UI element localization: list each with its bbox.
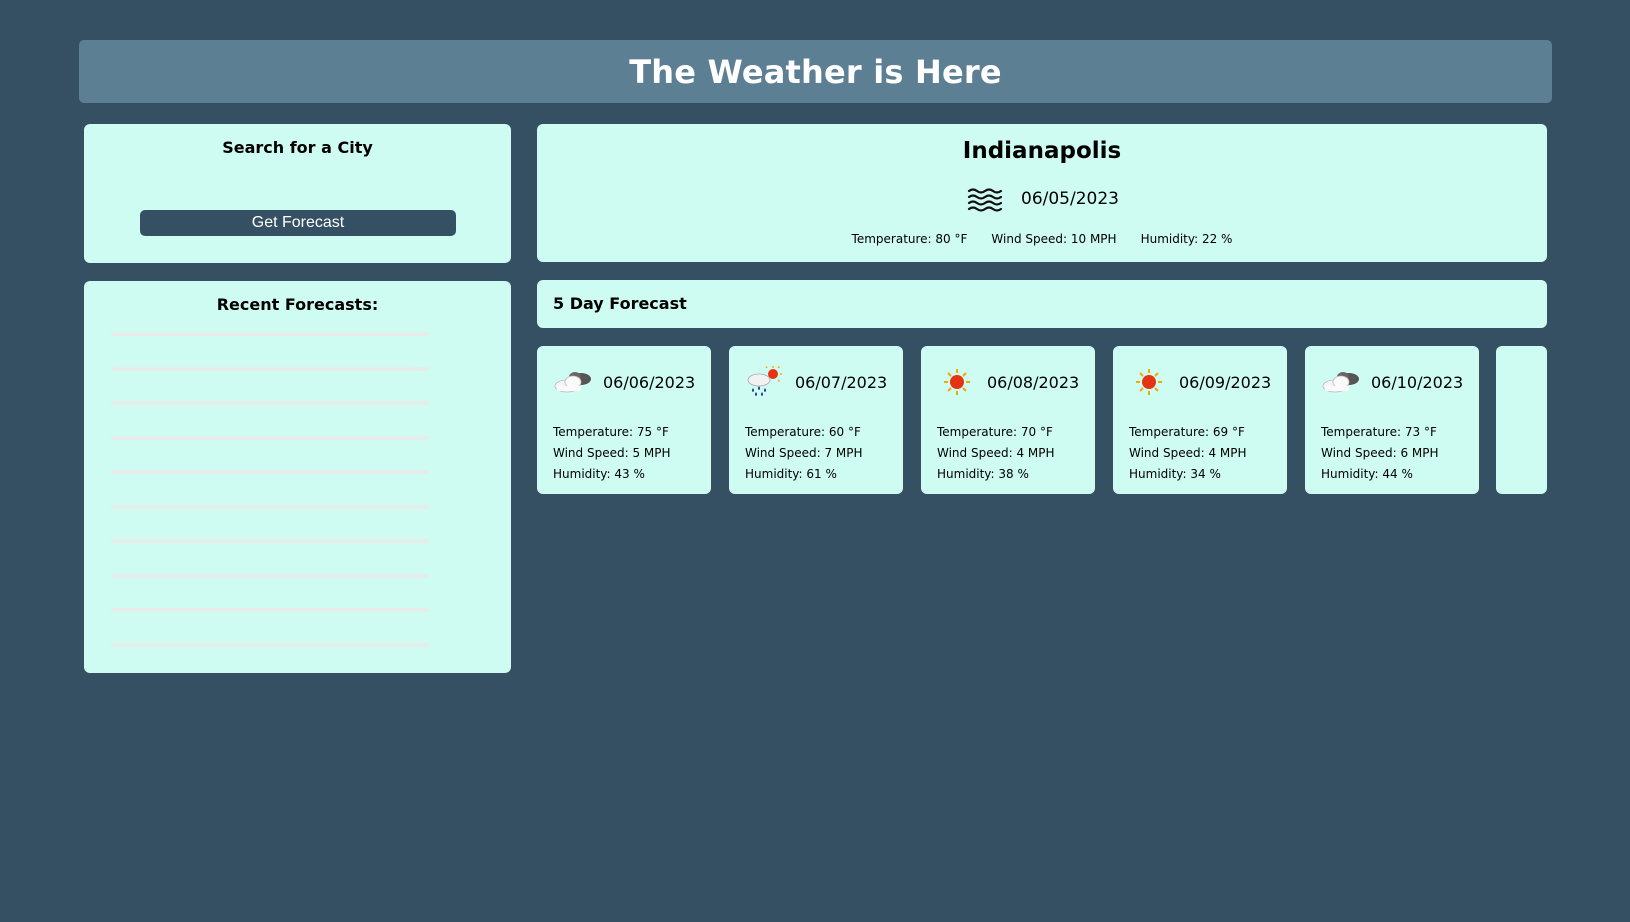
forecast-humidity: Humidity: 34 %	[1129, 467, 1221, 481]
forecast-humidity: Humidity: 61 %	[745, 467, 837, 481]
recent-forecasts-label: Recent Forecasts:	[216, 295, 379, 314]
broken-clouds-icon	[554, 372, 591, 393]
forecast-date: 06/07/2023	[795, 372, 888, 392]
current-temperature: Temperature: 80 °F	[851, 232, 968, 246]
mist-icon	[967, 188, 1003, 212]
forecast-wind-speed: Wind Speed: 5 MPH	[553, 446, 671, 460]
rain-sun-icon	[747, 366, 782, 396]
recent-forecast-button[interactable]	[111, 642, 429, 647]
recent-forecast-button[interactable]	[111, 539, 429, 543]
broken-clouds-icon	[1322, 372, 1359, 393]
search-panel: Search for a City Get Forecast	[84, 124, 511, 315]
recent-forecasts-list	[111, 332, 429, 677]
forecast-humidity: Humidity: 43 %	[553, 467, 645, 481]
recent-forecast-button[interactable]	[111, 504, 429, 509]
forecast-humidity: Humidity: 44 %	[1321, 467, 1413, 481]
five-day-forecast-header: 5 Day Forecast	[537, 280, 1547, 328]
forecast-card: 06/08/2023 Temperature: 70 °F Wind Speed…	[921, 346, 1095, 494]
forecast-date: 06/06/2023	[603, 372, 696, 392]
recent-forecast-button[interactable]	[111, 401, 429, 405]
forecast-wind-speed: Wind Speed: 6 MPH	[1321, 446, 1439, 460]
recent-forecasts-panel: Recent Forecasts:	[84, 281, 511, 673]
recent-forecast-button[interactable]	[111, 608, 429, 612]
forecast-date: 06/08/2023	[987, 372, 1080, 392]
current-city-name: Indianapolis	[962, 138, 1122, 164]
forecast-card: 06/09/2023 Temperature: 69 °F Wind Speed…	[1113, 346, 1287, 494]
current-humidity: Humidity: 22 %	[1140, 232, 1233, 246]
forecast-wind-speed: Wind Speed: 4 MPH	[937, 446, 1055, 460]
forecast-date: 06/10/2023	[1371, 372, 1464, 392]
forecast-card-overflow	[1496, 346, 1547, 494]
forecast-card: 06/06/2023 Temperature: 75 °F Wind Speed…	[537, 346, 711, 494]
forecast-humidity: Humidity: 38 %	[937, 467, 1029, 481]
current-weather-card: Indianapolis 06/05/2023 Temperature: 80 …	[537, 124, 1547, 262]
search-label: Search for a City	[222, 138, 373, 157]
current-wind-speed: Wind Speed: 10 MPH	[991, 232, 1117, 246]
get-forecast-button[interactable]: Get Forecast	[140, 210, 456, 236]
forecast-temperature: Temperature: 73 °F	[1321, 425, 1437, 439]
recent-forecast-button[interactable]	[111, 435, 429, 440]
recent-forecast-button[interactable]	[111, 573, 429, 578]
current-date-row: 06/05/2023	[537, 184, 1547, 214]
sun-icon	[1136, 369, 1162, 395]
forecast-wind-speed: Wind Speed: 4 MPH	[1129, 446, 1247, 460]
forecast-temperature: Temperature: 70 °F	[937, 425, 1053, 439]
sun-icon	[944, 369, 970, 395]
forecast-temperature: Temperature: 75 °F	[553, 425, 669, 439]
forecast-card: 06/07/2023 Temperature: 60 °F Wind Speed…	[729, 346, 903, 494]
recent-forecast-button[interactable]	[111, 332, 429, 336]
forecast-wind-speed: Wind Speed: 7 MPH	[745, 446, 863, 460]
current-date: 06/05/2023	[1021, 189, 1119, 209]
forecast-card: 06/10/2023 Temperature: 73 °F Wind Speed…	[1305, 346, 1479, 494]
five-day-forecast-label: 5 Day Forecast	[553, 294, 687, 313]
forecast-date: 06/09/2023	[1179, 372, 1272, 392]
recent-forecast-button[interactable]	[111, 366, 429, 371]
current-stats: Temperature: 80 °F Wind Speed: 10 MPH Hu…	[537, 232, 1547, 246]
forecast-temperature: Temperature: 69 °F	[1129, 425, 1245, 439]
app-header: The Weather is Here	[79, 40, 1552, 103]
page-title: The Weather is Here	[629, 52, 1002, 91]
forecast-temperature: Temperature: 60 °F	[745, 425, 861, 439]
recent-forecast-button[interactable]	[111, 470, 429, 474]
